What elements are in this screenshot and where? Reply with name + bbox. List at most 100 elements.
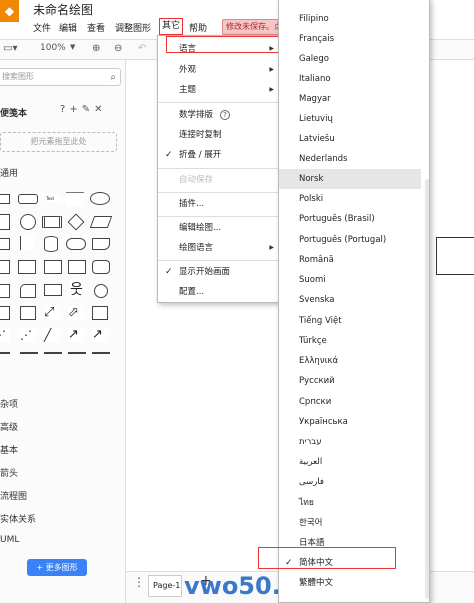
search-icon[interactable]: ⌕	[110, 70, 116, 86]
language-item[interactable]: Русский	[279, 371, 421, 391]
menu-item-diagram-language[interactable]: 绘图语言 ▶	[158, 239, 279, 257]
menu-item-theme[interactable]: 主题 ▶	[158, 81, 279, 99]
more-shapes-button[interactable]: + 更多图形	[27, 559, 87, 576]
general-section-title[interactable]: 通用	[0, 166, 18, 179]
shape-rectangle[interactable]	[0, 194, 10, 204]
language-item[interactable]: Latviešu	[279, 129, 421, 149]
language-item[interactable]: Српски	[279, 392, 421, 412]
language-menu-scrollbar[interactable]	[425, 179, 429, 599]
language-item[interactable]: Português (Portugal)	[279, 230, 421, 250]
scratchpad-dropzone[interactable]: 把元素拖至此处	[0, 132, 117, 152]
menu-item-copy-on-connect[interactable]: 连接时复制	[158, 126, 279, 144]
menu-view[interactable]: 查看	[87, 21, 105, 34]
shape-tape[interactable]	[92, 260, 110, 274]
category-uml[interactable]: UML	[0, 535, 19, 545]
shape-internal-storage[interactable]	[0, 260, 10, 274]
shape-dashed-line[interactable]: ⋰	[0, 328, 10, 342]
shape-dotted-line[interactable]: ⋰	[20, 328, 36, 342]
shape-card[interactable]	[20, 284, 36, 298]
language-item[interactable]: 繁體中文	[279, 573, 421, 593]
language-item[interactable]: Українська	[279, 412, 421, 432]
document-title[interactable]: 未命名绘图	[33, 1, 93, 18]
language-item[interactable]: Svenska	[279, 290, 421, 310]
shape-document[interactable]	[92, 238, 110, 250]
shape-bidirectional-arrow[interactable]: ⤢	[44, 306, 60, 320]
edit-icon[interactable]: ✎	[82, 104, 94, 115]
shape-link-2[interactable]	[20, 352, 38, 354]
shape-link-5[interactable]	[92, 352, 110, 354]
scratchpad-title[interactable]: 便笺本	[0, 106, 27, 119]
category-flowchart[interactable]: 流程图	[0, 489, 27, 502]
category-entity-relation[interactable]: 实体关系	[0, 512, 36, 525]
category-advanced[interactable]: 高级	[0, 420, 18, 433]
language-item[interactable]: ไทย	[279, 493, 421, 513]
shape-ellipse[interactable]	[90, 192, 110, 205]
unsaved-notice[interactable]: 修改未保存。点	[222, 19, 282, 35]
shape-text[interactable]: Text	[46, 196, 62, 202]
shape-circle[interactable]	[20, 214, 36, 230]
zoom-out-icon[interactable]: ⊖	[114, 43, 122, 54]
canvas-rectangle[interactable]	[436, 237, 474, 275]
shape-container[interactable]	[0, 306, 10, 320]
language-item[interactable]: Nederlands	[279, 149, 421, 169]
zoom-dropdown[interactable]: 100%	[40, 43, 66, 53]
shape-trapezoid[interactable]	[68, 260, 86, 274]
category-basic[interactable]: 基本	[0, 443, 18, 456]
shape-rounded-rectangle[interactable]	[18, 194, 38, 204]
shape-callout[interactable]	[44, 284, 62, 296]
menu-item-configuration[interactable]: 配置...	[158, 283, 279, 301]
language-item[interactable]: Română	[279, 250, 421, 270]
zoom-dropdown-chevron-icon[interactable]: ▼	[70, 43, 75, 51]
language-item[interactable]: Polski	[279, 189, 421, 209]
shape-link-4[interactable]	[68, 352, 86, 354]
menu-edit[interactable]: 编辑	[59, 21, 77, 34]
menu-item-math-typesetting[interactable]: 数学排版?	[158, 106, 279, 124]
language-item[interactable]: فارسی	[279, 472, 421, 492]
menu-item-collapse-expand[interactable]: ✓ 折叠 / 展开	[158, 146, 279, 164]
shape-actor[interactable]: 웃	[70, 282, 83, 298]
shape-parallelogram[interactable]	[89, 216, 113, 228]
menu-help[interactable]: 帮助	[189, 21, 207, 34]
language-item[interactable]: Français	[279, 29, 421, 49]
shape-link-1[interactable]	[0, 352, 10, 354]
language-item[interactable]: Italiano	[279, 69, 421, 89]
search-input[interactable]: 搜索图形 ⌕	[0, 68, 121, 86]
shape-step[interactable]	[44, 260, 62, 274]
language-item[interactable]: Filipino	[279, 9, 421, 29]
shape-textbox[interactable]	[66, 192, 84, 206]
language-item-highlighted[interactable]: Norsk	[279, 169, 421, 189]
shape-process[interactable]	[42, 216, 62, 228]
shape-triangle[interactable]	[20, 236, 34, 250]
shape-or[interactable]	[94, 284, 108, 298]
shape-note[interactable]	[0, 284, 10, 298]
menu-other[interactable]: 其它	[159, 18, 184, 35]
help-icon[interactable]: ?	[220, 110, 230, 120]
shape-directional-connector[interactable]: ↗	[68, 328, 84, 342]
add-icon[interactable]: +	[69, 104, 81, 115]
shape-square[interactable]	[0, 214, 10, 230]
shape-cube[interactable]	[18, 260, 36, 274]
shape-arrow[interactable]: ⬀	[68, 306, 84, 320]
help-icon[interactable]: ?	[60, 104, 69, 115]
category-arrows[interactable]: 箭头	[0, 466, 18, 479]
shape-list[interactable]	[92, 306, 108, 320]
pages-icon[interactable]: ▭▾	[3, 43, 17, 54]
language-item[interactable]: עברית	[279, 432, 421, 452]
shape-connector[interactable]: ↗	[92, 328, 108, 342]
language-item[interactable]: Português (Brasil)	[279, 209, 421, 229]
shape-diamond[interactable]	[67, 213, 85, 231]
language-item[interactable]: Ελληνικά	[279, 351, 421, 371]
language-item[interactable]: Tiếng Việt	[279, 311, 421, 331]
category-misc[interactable]: 杂项	[0, 397, 18, 410]
menu-item-appearance[interactable]: 外观 ▶	[158, 61, 279, 79]
menu-arrange[interactable]: 调整图形	[115, 21, 151, 34]
zoom-in-icon[interactable]: ⊕	[92, 43, 100, 54]
language-item[interactable]: العربية	[279, 452, 421, 472]
language-item[interactable]: 한국어	[279, 513, 421, 533]
language-item[interactable]: Galego	[279, 49, 421, 69]
shape-line[interactable]: ╱	[44, 328, 60, 342]
shape-hexagon[interactable]	[0, 238, 10, 250]
page-tab[interactable]: Page-1	[148, 575, 182, 597]
language-item[interactable]: Magyar	[279, 89, 421, 109]
language-item[interactable]: Lietuvių	[279, 109, 421, 129]
